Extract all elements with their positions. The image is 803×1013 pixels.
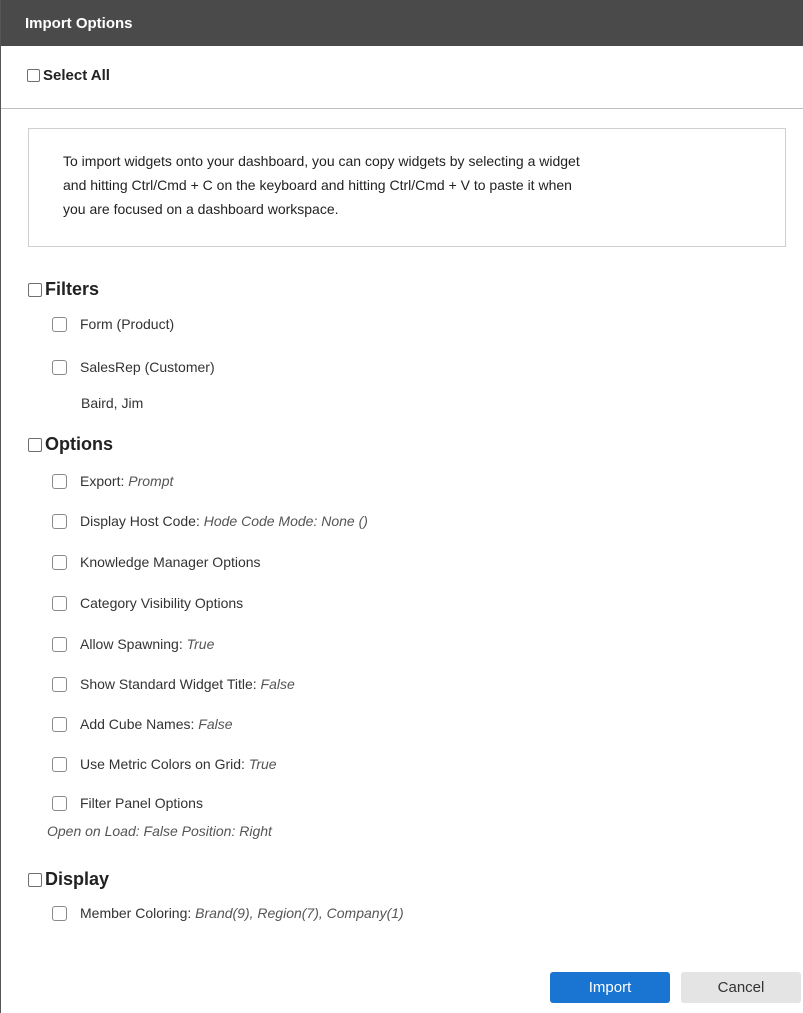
option-label: SalesRep (Customer) <box>80 359 215 375</box>
option-label: Display Host Code: Hode Code Mode: None … <box>80 513 368 529</box>
dialog-titlebar: Import Options <box>1 0 803 46</box>
option-knowledge-manager[interactable]: Knowledge Manager Options <box>52 554 261 570</box>
option-checkbox[interactable] <box>52 756 67 772</box>
options-section-checkbox[interactable] <box>28 437 42 452</box>
option-member-coloring[interactable]: Member Coloring: Brand(9), Region(7), Co… <box>52 905 404 921</box>
option-checkbox[interactable] <box>52 795 67 811</box>
option-checkbox[interactable] <box>52 595 67 611</box>
option-checkbox[interactable] <box>52 676 67 692</box>
option-export[interactable]: Export: Prompt <box>52 473 173 489</box>
options-section-header: Options <box>28 434 113 455</box>
select-all-row: Select All <box>1 46 803 109</box>
select-all-label[interactable]: Select All <box>43 68 110 83</box>
option-use-metric-colors[interactable]: Use Metric Colors on Grid: True <box>52 756 277 772</box>
filters-section-header: Filters <box>28 279 99 300</box>
display-section-checkbox[interactable] <box>28 872 42 887</box>
options-section-label[interactable]: Options <box>45 434 113 455</box>
option-label: Allow Spawning: True <box>80 636 215 652</box>
option-label: Category Visibility Options <box>80 595 244 611</box>
info-line: you are focused on a dashboard workspace… <box>63 201 339 217</box>
import-button[interactable]: Import <box>550 972 670 1003</box>
filter-panel-note: Open on Load: False Position: Right <box>47 823 272 839</box>
option-filter-panel[interactable]: Filter Panel Options <box>52 795 203 811</box>
option-label: Add Cube Names: False <box>80 716 233 732</box>
option-checkbox[interactable] <box>52 513 67 529</box>
option-label: Filter Panel Options <box>80 795 203 811</box>
display-section-header: Display <box>28 869 109 890</box>
filters-section-label[interactable]: Filters <box>45 279 99 300</box>
option-checkbox[interactable] <box>52 359 67 375</box>
info-line: To import widgets onto your dashboard, y… <box>63 153 580 169</box>
filter-option-form-product[interactable]: Form (Product) <box>52 316 174 332</box>
option-label: Use Metric Colors on Grid: True <box>80 756 277 772</box>
dialog-title: Import Options <box>25 14 133 32</box>
filter-option-salesrep-customer[interactable]: SalesRep (Customer) <box>52 359 215 375</box>
option-checkbox[interactable] <box>52 554 67 570</box>
salesrep-value-note: Baird, Jim <box>81 395 144 411</box>
option-display-host-code[interactable]: Display Host Code: Hode Code Mode: None … <box>52 513 368 529</box>
info-box: To import widgets onto your dashboard, y… <box>28 128 786 247</box>
option-checkbox[interactable] <box>52 473 67 489</box>
option-label: Knowledge Manager Options <box>80 554 261 570</box>
display-section-label[interactable]: Display <box>45 869 109 890</box>
info-line: and hitting Ctrl/Cmd + C on the keyboard… <box>63 177 572 193</box>
cancel-button[interactable]: Cancel <box>681 972 801 1003</box>
filters-section-checkbox[interactable] <box>28 282 42 297</box>
option-checkbox[interactable] <box>52 316 67 332</box>
option-checkbox[interactable] <box>52 716 67 732</box>
option-checkbox[interactable] <box>52 905 67 921</box>
option-checkbox[interactable] <box>52 636 67 652</box>
import-options-dialog: Import Options Select All To import widg… <box>0 0 803 1013</box>
option-add-cube-names[interactable]: Add Cube Names: False <box>52 716 233 732</box>
option-label: Export: Prompt <box>80 473 174 489</box>
option-label: Form (Product) <box>80 316 175 332</box>
option-label: Show Standard Widget Title: False <box>80 676 295 692</box>
option-label: Member Coloring: Brand(9), Region(7), Co… <box>80 905 404 921</box>
select-all-checkbox[interactable] <box>27 69 40 82</box>
option-show-standard-widget-title[interactable]: Show Standard Widget Title: False <box>52 676 295 692</box>
option-allow-spawning[interactable]: Allow Spawning: True <box>52 636 214 652</box>
option-category-visibility[interactable]: Category Visibility Options <box>52 595 243 611</box>
